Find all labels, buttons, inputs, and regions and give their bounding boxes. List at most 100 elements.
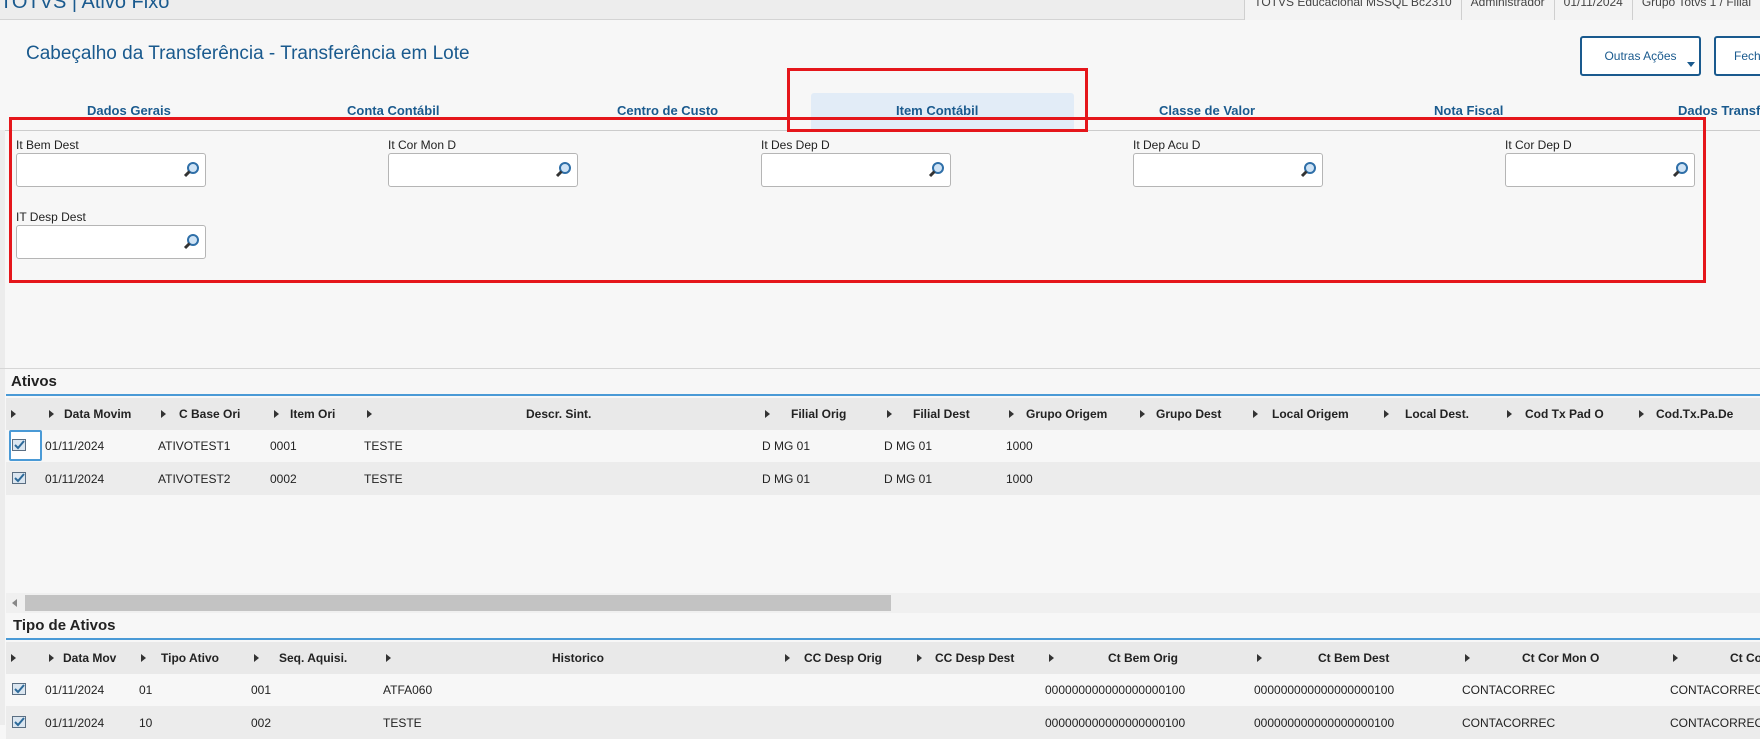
cell-ct-cor-mon-d: CONTACORREC: [1670, 716, 1760, 730]
cell-grupo-origem: 1000: [1006, 439, 1033, 453]
col-ct-bem-dest[interactable]: Ct Bem Dest: [1318, 651, 1389, 665]
col-grupo-origem[interactable]: Grupo Origem: [1026, 407, 1107, 421]
column-arrow-icon[interactable]: [1507, 410, 1512, 418]
scrollbar-thumb[interactable]: [25, 595, 891, 611]
column-arrow-icon[interactable]: [141, 654, 146, 662]
column-arrow-icon[interactable]: [367, 410, 372, 418]
other-actions-label: Outras Ações: [1604, 49, 1677, 63]
cell-data-mov: 01/11/2024: [45, 716, 105, 730]
checkbox-checked-icon[interactable]: [12, 472, 26, 484]
page-title: Cabeçalho da Transferência - Transferênc…: [26, 43, 470, 64]
cell-tipo-ativo: 01: [139, 683, 153, 697]
column-arrow-icon[interactable]: [49, 410, 54, 418]
col-cc-desp-orig[interactable]: CC Desp Orig: [804, 651, 882, 665]
cell-ct-cor-mon-d: CONTACORREC: [1670, 683, 1760, 697]
column-arrow-icon[interactable]: [785, 654, 790, 662]
cell-seq-aquisi: 002: [251, 716, 272, 730]
cell-c-base-ori: ATIVOTEST1: [158, 439, 231, 453]
scroll-left-icon[interactable]: [12, 599, 17, 607]
col-local-origem[interactable]: Local Origem: [1272, 407, 1349, 421]
tab-dados-transf[interactable]: Dados Transf.: [1678, 103, 1760, 118]
tab-nota-fiscal[interactable]: Nota Fiscal: [1434, 103, 1503, 118]
column-arrow-icon[interactable]: [1384, 410, 1389, 418]
col-data-movim[interactable]: Data Movim: [64, 407, 131, 421]
table-row[interactable]: 01/11/2024 10 002 TESTE 0000000000000000…: [6, 706, 1760, 739]
col-cod-tx-pad-o[interactable]: Cod Tx Pad O: [1525, 407, 1604, 421]
environment-label: TOTVS Educacional MSSQL Bc2310: [1244, 0, 1461, 20]
col-ct-cor-mon-o[interactable]: Ct Cor Mon O: [1522, 651, 1599, 665]
tab-conta-contabil[interactable]: Conta Contábil: [347, 103, 439, 118]
horizontal-scrollbar[interactable]: [6, 593, 1760, 613]
cell-ct-bem-orig: 000000000000000000100: [1045, 716, 1186, 730]
column-arrow-icon[interactable]: [1049, 654, 1054, 662]
column-arrow-icon[interactable]: [11, 654, 16, 662]
col-data-mov[interactable]: Data Mov: [63, 651, 116, 665]
column-arrow-icon[interactable]: [1253, 410, 1258, 418]
cell-ct-bem-orig: 000000000000000000100: [1045, 683, 1186, 697]
cell-historico: TESTE: [383, 716, 422, 730]
col-grupo-dest[interactable]: Grupo Dest: [1156, 407, 1221, 421]
col-cc-desp-dest[interactable]: CC Desp Dest: [935, 651, 1014, 665]
column-arrow-icon[interactable]: [386, 654, 391, 662]
col-descr-sint[interactable]: Descr. Sint.: [526, 407, 591, 421]
tipos-title: Tipo de Ativos: [13, 617, 116, 634]
column-arrow-icon[interactable]: [161, 410, 166, 418]
column-arrow-icon[interactable]: [917, 654, 922, 662]
cell-item-ori: 0001: [270, 439, 297, 453]
tab-classe-de-valor[interactable]: Classe de Valor: [1159, 103, 1255, 118]
col-local-dest[interactable]: Local Dest.: [1405, 407, 1469, 421]
column-arrow-icon[interactable]: [1009, 410, 1014, 418]
table-row[interactable]: 01/11/2024 ATIVOTEST2 0002 TESTE D MG 01…: [6, 462, 1760, 495]
column-arrow-icon[interactable]: [1140, 410, 1145, 418]
col-cod-tx-pa-de[interactable]: Cod.Tx.Pa.De: [1656, 407, 1733, 421]
cell-grupo-origem: 1000: [1006, 472, 1033, 486]
date-label: 01/11/2024: [1553, 0, 1632, 20]
col-filial-dest[interactable]: Filial Dest: [913, 407, 970, 421]
table-row[interactable]: 01/11/2024 01 001 ATFA060 00000000000000…: [6, 673, 1760, 706]
table-row[interactable]: 01/11/2024 ATIVOTEST1 0001 TESTE D MG 01…: [6, 429, 1760, 462]
session-info: TOTVS Educacional MSSQL Bc2310 Administr…: [1244, 0, 1760, 20]
column-arrow-icon[interactable]: [274, 410, 279, 418]
other-actions-button[interactable]: Outras Ações: [1580, 36, 1701, 76]
column-arrow-icon[interactable]: [11, 410, 16, 418]
col-c-base-ori[interactable]: C Base Ori: [179, 407, 240, 421]
col-tipo-ativo[interactable]: Tipo Ativo: [161, 651, 219, 665]
ativos-grid-header: Data Movim C Base Ori Item Ori Descr. Si…: [6, 398, 1760, 430]
column-arrow-icon[interactable]: [1639, 410, 1644, 418]
cell-ct-bem-dest: 000000000000000000100: [1254, 683, 1395, 697]
col-filial-orig[interactable]: Filial Orig: [791, 407, 846, 421]
checkbox-checked-icon[interactable]: [12, 683, 26, 695]
left-edge: [0, 130, 5, 725]
tab-dados-gerais[interactable]: Dados Gerais: [87, 103, 171, 118]
cell-filial-orig: D MG 01: [762, 472, 811, 486]
tipos-grid-header: Data Mov Tipo Ativo Seq. Aquisi. Histori…: [6, 642, 1760, 674]
col-seq-aquisi[interactable]: Seq. Aquisi.: [279, 651, 347, 665]
cell-data-mov: 01/11/2024: [45, 683, 105, 697]
checkbox-checked-icon[interactable]: [12, 439, 26, 451]
column-arrow-icon[interactable]: [1257, 654, 1262, 662]
cell-descr-sint: TESTE: [364, 472, 403, 486]
col-historico[interactable]: Historico: [552, 651, 604, 665]
tab-centro-de-custo[interactable]: Centro de Custo: [617, 103, 718, 118]
dropdown-caret-icon: [1687, 62, 1695, 67]
column-arrow-icon[interactable]: [1673, 654, 1678, 662]
highlight-fields-box: [9, 117, 1706, 283]
column-arrow-icon[interactable]: [765, 410, 770, 418]
column-arrow-icon[interactable]: [49, 654, 54, 662]
checkbox-checked-icon[interactable]: [12, 716, 26, 728]
col-ct-bem-orig[interactable]: Ct Bem Orig: [1108, 651, 1178, 665]
close-button[interactable]: Fechar: [1714, 36, 1760, 76]
col-ct-cor-mon-d[interactable]: Ct Cor Mon D: [1730, 651, 1760, 665]
cell-seq-aquisi: 001: [251, 683, 272, 697]
user-label: Administrador: [1460, 0, 1554, 20]
cell-filial-dest: D MG 01: [884, 439, 933, 453]
cell-c-base-ori: ATIVOTEST2: [158, 472, 231, 486]
column-arrow-icon[interactable]: [1465, 654, 1470, 662]
section-divider: [0, 368, 1760, 369]
column-arrow-icon[interactable]: [254, 654, 259, 662]
cell-filial-orig: D MG 01: [762, 439, 811, 453]
column-arrow-icon[interactable]: [887, 410, 892, 418]
cell-filial-dest: D MG 01: [884, 472, 933, 486]
col-item-ori[interactable]: Item Ori: [290, 407, 335, 421]
branch-label[interactable]: Grupo Totvs 1 / Filial: [1631, 0, 1760, 20]
